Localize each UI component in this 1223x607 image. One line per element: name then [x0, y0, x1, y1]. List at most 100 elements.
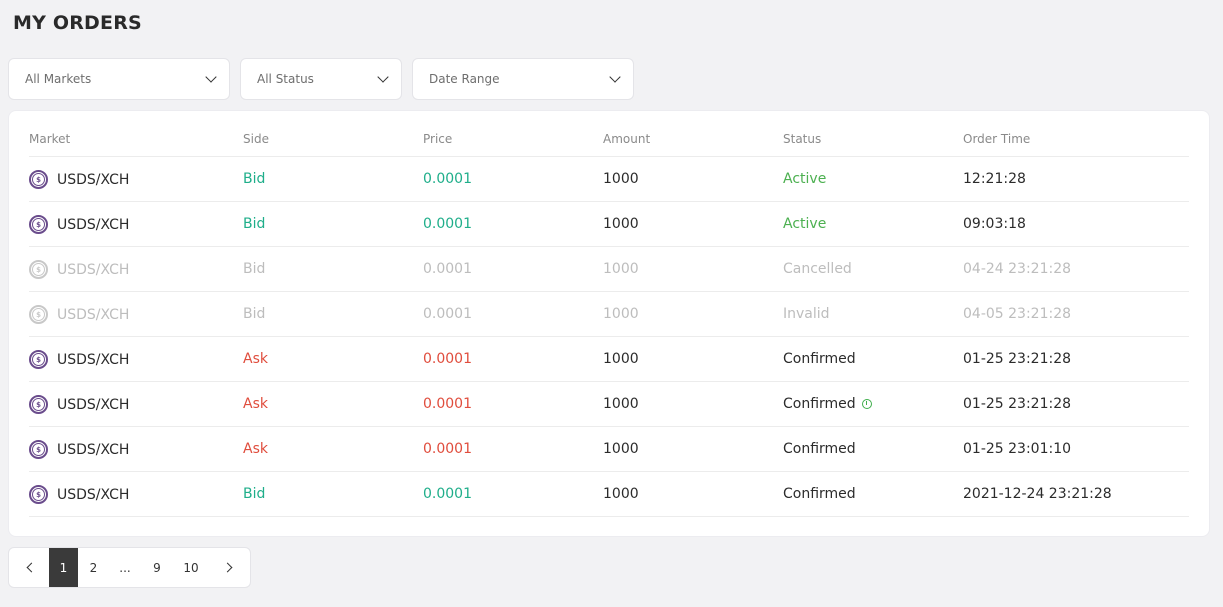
page-button-10[interactable]: 10 [173, 548, 209, 587]
market-pair: USDS/XCH [57, 351, 130, 368]
market-pair: USDS/XCH [57, 216, 130, 233]
table-row[interactable]: $ USDS/XCH Bid 0.0001 1000 Active 09:03:… [29, 202, 1189, 247]
order-time-cell: 04-05 23:21:28 [963, 306, 1072, 322]
market-cell: $ USDS/XCH [29, 395, 129, 414]
amount-cell: 1000 [603, 216, 639, 232]
chevron-down-icon [377, 71, 389, 83]
price-cell: 0.0001 [423, 261, 472, 277]
price-cell: 0.0001 [423, 441, 472, 457]
usds-coin-icon: $ [29, 350, 48, 369]
status-text: Confirmed [783, 396, 856, 412]
order-time-cell: 01-25 23:01:10 [963, 441, 1072, 457]
table-row[interactable]: $ USDS/XCH Ask 0.0001 1000 Confirmed 01-… [29, 337, 1189, 382]
price-cell: 0.0001 [423, 486, 472, 502]
market-filter-dropdown[interactable]: All Markets [8, 58, 230, 100]
price-cell: 0.0001 [423, 306, 472, 322]
market-pair: USDS/XCH [57, 171, 130, 188]
market-cell: $ USDS/XCH [29, 215, 129, 234]
usds-coin-icon: $ [29, 395, 48, 414]
status-text: Active [783, 216, 827, 232]
status-cell: Confirmed [783, 440, 856, 458]
table-row[interactable]: $ USDS/XCH Ask 0.0001 1000 Confirmed 01-… [29, 382, 1189, 427]
usds-coin-icon: $ [29, 305, 48, 324]
side-cell: Ask [243, 351, 268, 367]
page-button-1[interactable]: 1 [49, 548, 78, 587]
status-cell: Invalid [783, 305, 830, 323]
side-cell: Bid [243, 171, 266, 187]
column-header-market: Market [29, 132, 71, 146]
column-header-price: Price [423, 132, 453, 146]
side-cell: Ask [243, 396, 268, 412]
column-header-side: Side [243, 132, 269, 146]
market-cell: $ USDS/XCH [29, 440, 129, 459]
status-cell: Confirmed [783, 350, 856, 368]
usds-coin-icon: $ [29, 215, 48, 234]
next-page-button[interactable] [209, 548, 245, 587]
market-cell: $ USDS/XCH [29, 305, 129, 324]
info-icon[interactable] [861, 399, 872, 409]
table-row[interactable]: $ USDS/XCH Bid 0.0001 1000 Active 12:21:… [29, 157, 1189, 202]
order-time-cell: 09:03:18 [963, 216, 1026, 232]
table-row[interactable]: $ USDS/XCH Bid 0.0001 1000 Confirmed 202… [29, 472, 1189, 517]
column-header-order-time: Order Time [963, 132, 1031, 146]
status-text: Invalid [783, 306, 830, 322]
market-pair: USDS/XCH [57, 441, 130, 458]
status-text: Confirmed [783, 351, 856, 367]
amount-cell: 1000 [603, 396, 639, 412]
market-cell: $ USDS/XCH [29, 260, 129, 279]
order-time-cell: 04-24 23:21:28 [963, 261, 1072, 277]
status-text: Cancelled [783, 261, 852, 277]
market-cell: $ USDS/XCH [29, 350, 129, 369]
market-pair: USDS/XCH [57, 261, 130, 278]
amount-cell: 1000 [603, 441, 639, 457]
pagination: 1 2 ... 9 10 [8, 547, 251, 588]
table-row[interactable]: $ USDS/XCH Bid 0.0001 1000 Cancelled 04-… [29, 247, 1189, 292]
market-cell: $ USDS/XCH [29, 170, 129, 189]
chevron-down-icon [609, 71, 621, 83]
orders-table-card: Market Side Price Amount Status Order Ti… [8, 110, 1210, 537]
price-cell: 0.0001 [423, 396, 472, 412]
amount-cell: 1000 [603, 171, 639, 187]
date-range-dropdown[interactable]: Date Range [412, 58, 634, 100]
price-cell: 0.0001 [423, 351, 472, 367]
previous-page-button[interactable] [13, 548, 49, 587]
page-button-9[interactable]: 9 [141, 548, 173, 587]
table-header: Market Side Price Amount Status Order Ti… [29, 129, 1189, 157]
order-time-cell: 01-25 23:21:28 [963, 351, 1072, 367]
side-cell: Bid [243, 261, 266, 277]
order-time-cell: 12:21:28 [963, 171, 1026, 187]
order-time-cell: 01-25 23:21:28 [963, 396, 1072, 412]
side-cell: Bid [243, 306, 266, 322]
amount-cell: 1000 [603, 306, 639, 322]
side-cell: Bid [243, 216, 266, 232]
side-cell: Bid [243, 486, 266, 502]
price-cell: 0.0001 [423, 171, 472, 187]
status-filter-dropdown[interactable]: All Status [240, 58, 402, 100]
table-row[interactable]: $ USDS/XCH Ask 0.0001 1000 Confirmed 01-… [29, 427, 1189, 472]
date-range-label: Date Range [429, 72, 500, 86]
price-cell: 0.0001 [423, 216, 472, 232]
status-cell: Confirmed [783, 485, 856, 503]
status-filter-label: All Status [257, 72, 314, 86]
chevron-down-icon [205, 71, 217, 83]
market-filter-label: All Markets [25, 72, 92, 86]
amount-cell: 1000 [603, 261, 639, 277]
page-ellipsis: ... [119, 560, 131, 575]
status-cell: Confirmed [783, 395, 872, 413]
status-cell: Cancelled [783, 260, 852, 278]
status-cell: Active [783, 170, 826, 188]
status-text: Confirmed [783, 441, 856, 457]
usds-coin-icon: $ [29, 260, 48, 279]
column-header-amount: Amount [603, 132, 651, 146]
market-cell: $ USDS/XCH [29, 485, 129, 504]
status-cell: Active [783, 215, 826, 233]
page-title: MY ORDERS [13, 12, 142, 34]
usds-coin-icon: $ [29, 440, 48, 459]
page-button-2[interactable]: 2 [78, 548, 109, 587]
chevron-right-icon [222, 562, 232, 573]
market-pair: USDS/XCH [57, 306, 130, 323]
market-pair: USDS/XCH [57, 486, 130, 503]
table-row[interactable]: $ USDS/XCH Bid 0.0001 1000 Invalid 04-05… [29, 292, 1189, 337]
side-cell: Ask [243, 441, 268, 457]
usds-coin-icon: $ [29, 170, 48, 189]
